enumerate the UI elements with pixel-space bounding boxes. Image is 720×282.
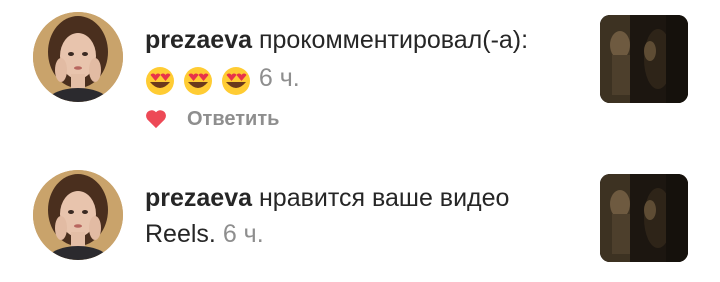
heart-eyes-emoji: [145, 66, 175, 96]
avatar-image: [33, 12, 123, 102]
action-text: нравится ваше видео: [258, 184, 510, 212]
username-link[interactable]: prezaeva: [145, 26, 252, 54]
username-link[interactable]: prezaeva: [145, 184, 252, 212]
avatar-image: [33, 170, 123, 260]
timestamp: 6 ч.: [258, 64, 300, 92]
video-thumbnail-image: [600, 174, 688, 262]
comment-emojis: [145, 61, 252, 97]
heart-eyes-emoji: [183, 66, 213, 96]
avatar[interactable]: [33, 12, 123, 102]
timestamp: 6 ч.: [222, 220, 264, 248]
reply-row: Ответить: [145, 104, 279, 134]
post-thumbnail[interactable]: [600, 174, 688, 262]
action-text: прокомментировал(-а):: [258, 26, 529, 54]
action-text-cont: Reels.: [145, 220, 216, 248]
notification-comment[interactable]: prezaeva прокомментировал(-а): 6 ч. Отве…: [0, 0, 720, 150]
post-thumbnail[interactable]: [600, 15, 688, 103]
notification-text: prezaeva нравится ваше видео Reels. 6 ч.: [145, 180, 575, 252]
notification-like[interactable]: prezaeva нравится ваше видео Reels. 6 ч.: [0, 160, 720, 282]
video-thumbnail-image: [600, 15, 688, 103]
avatar[interactable]: [33, 170, 123, 260]
reply-button[interactable]: Ответить: [187, 108, 279, 131]
heart-icon[interactable]: [145, 109, 167, 129]
heart-eyes-emoji: [221, 66, 251, 96]
notification-text: prezaeva прокомментировал(-а): 6 ч.: [145, 22, 575, 97]
